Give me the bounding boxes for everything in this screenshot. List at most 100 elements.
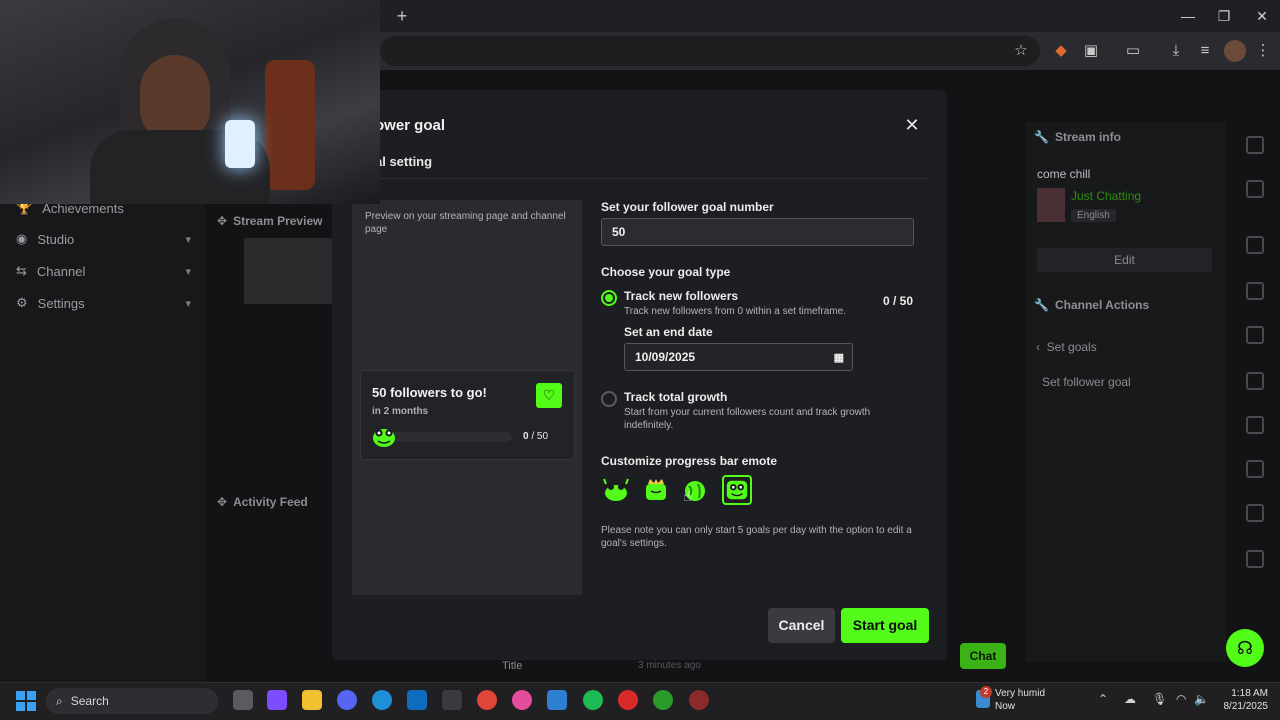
weather-badge: 2 xyxy=(980,686,992,698)
taskbar-search[interactable]: ⌕ Search xyxy=(46,688,218,714)
discord-icon[interactable] xyxy=(337,690,357,710)
app-icon-2[interactable] xyxy=(689,690,709,710)
weather-sub: Now xyxy=(995,701,1016,712)
star-icon[interactable]: ☆ xyxy=(1010,40,1032,62)
stream-preview-title: ✥ Stream Preview xyxy=(217,214,323,228)
language-badge: English xyxy=(1071,209,1116,222)
puzzle-icon[interactable]: ▣ xyxy=(1080,40,1102,62)
modal-subtitle: al setting xyxy=(375,154,433,169)
target-icon[interactable] xyxy=(1246,236,1264,254)
stream-preview-thumbnail[interactable] xyxy=(244,238,332,304)
photos-icon[interactable] xyxy=(512,690,532,710)
opera-gx-icon[interactable] xyxy=(618,690,638,710)
tool-icon[interactable] xyxy=(1246,504,1264,522)
chevron-down-icon: ▾ xyxy=(185,297,191,310)
channel-icon: ⇆ xyxy=(16,263,27,278)
emote-frog-face-icon[interactable] xyxy=(722,475,752,505)
right-tool-rail xyxy=(1238,122,1272,568)
outlook-icon[interactable] xyxy=(407,690,427,710)
track-total-growth-desc: Start from your current followers count … xyxy=(624,407,871,431)
microphone-icon[interactable]: 🎙 xyxy=(1152,692,1167,706)
set-goals-back[interactable]: ‹ Set goals xyxy=(1036,340,1097,354)
edge-icon[interactable] xyxy=(372,690,392,710)
bolt-icon[interactable] xyxy=(1246,282,1264,300)
headset-icon: ☊ xyxy=(1237,638,1253,658)
chevron-up-icon[interactable]: ⌃ xyxy=(1098,692,1108,706)
minimize-button[interactable]: — xyxy=(1174,6,1202,26)
windows-start-icon[interactable] xyxy=(16,691,36,711)
address-bar[interactable] xyxy=(380,36,1040,66)
sidebar-item-label: Settings xyxy=(37,295,85,311)
modal-title: ower goal xyxy=(375,117,446,134)
track-new-followers-desc: Track new followers from 0 within a set … xyxy=(624,306,846,317)
task-view-icon[interactable] xyxy=(233,690,253,710)
weather-widget[interactable]: Very humid Now xyxy=(995,687,1045,713)
emote-frog-cheer-icon[interactable] xyxy=(602,476,630,504)
goal-number-input[interactable]: 50 xyxy=(601,218,914,246)
drag-icon: ✥ xyxy=(217,214,228,228)
cast-icon[interactable]: ▭ xyxy=(1122,40,1144,62)
more-tools-icon[interactable] xyxy=(1246,550,1264,568)
app-icon[interactable] xyxy=(547,690,567,710)
drag-icon: ✥ xyxy=(217,495,228,509)
end-date-input[interactable]: 10/09/2025 ▦ xyxy=(624,343,853,371)
broadcast-icon[interactable] xyxy=(1246,416,1264,434)
copilot-icon[interactable] xyxy=(267,690,287,710)
webcam-light xyxy=(225,120,255,168)
gear-icon: ⚙ xyxy=(16,295,28,310)
taskbar-clock[interactable]: 1:18 AM 8/21/2025 xyxy=(1206,687,1269,713)
close-icon[interactable]: ✕ xyxy=(901,114,923,136)
layout-icon[interactable] xyxy=(1246,460,1264,478)
pencil-icon[interactable] xyxy=(1246,180,1264,198)
studio-icon: ◉ xyxy=(16,231,28,246)
edit-button[interactable]: Edit xyxy=(1037,248,1212,272)
calendar-icon[interactable]: ▦ xyxy=(834,351,844,364)
start-goal-button[interactable]: Start goal xyxy=(841,608,929,643)
restore-button[interactable]: ❐ xyxy=(1210,6,1238,26)
chat-button[interactable]: Chat xyxy=(960,643,1006,669)
download-icon[interactable]: ⤓ xyxy=(1165,40,1187,62)
stream-info-title: 🔧 Stream info xyxy=(1034,130,1121,144)
track-total-growth-radio[interactable] xyxy=(601,391,617,407)
clock-time: 1:18 AM xyxy=(1231,688,1268,699)
track-new-followers-radio[interactable] xyxy=(601,290,617,306)
chat-bubble-icon[interactable] xyxy=(1246,372,1264,390)
sidebar-item-channel[interactable]: ⇆ Channel ▾ xyxy=(16,261,191,281)
xbox-icon[interactable] xyxy=(653,690,673,710)
weather-title: Very humid xyxy=(995,688,1046,699)
extension-icon[interactable]: ◆ xyxy=(1050,40,1072,62)
activity-feed-title: ✥ Activity Feed xyxy=(217,495,308,509)
heart-icon: ♡ xyxy=(536,383,562,408)
category-link[interactable]: Just Chatting xyxy=(1071,189,1141,203)
category-thumbnail xyxy=(1037,188,1065,222)
profile-avatar[interactable] xyxy=(1224,40,1246,62)
stream-title: come chill xyxy=(1037,167,1091,181)
cancel-button[interactable]: Cancel xyxy=(768,608,835,643)
help-chat-button[interactable]: ☊ xyxy=(1226,629,1264,667)
cloud-icon[interactable]: ☁ xyxy=(1124,692,1136,706)
clipboard-icon[interactable] xyxy=(1246,326,1264,344)
close-window-button[interactable]: ✕ xyxy=(1248,6,1276,26)
goal-type-label: Choose your goal type xyxy=(601,265,731,279)
mouse-cursor-icon: ☝ xyxy=(683,488,692,504)
info-icon[interactable] xyxy=(1246,136,1264,154)
spotify-icon[interactable] xyxy=(583,690,603,710)
media-icon[interactable]: ≡ xyxy=(1194,40,1216,62)
end-date-value: 10/09/2025 xyxy=(635,350,696,364)
new-followers-count: 0 / 50 xyxy=(883,294,914,308)
track-total-growth-title: Track total growth xyxy=(624,390,728,404)
chrome-icon[interactable] xyxy=(477,690,497,710)
wifi-icon[interactable]: ◠ xyxy=(1176,692,1186,706)
set-follower-goal-link[interactable]: Set follower goal xyxy=(1042,375,1131,389)
goal-number-label: Set your follower goal number xyxy=(601,200,774,214)
emote-label: Customize progress bar emote xyxy=(601,454,778,468)
menu-icon[interactable]: ⋮ xyxy=(1252,40,1274,62)
new-tab-button[interactable]: + xyxy=(392,6,412,26)
sidebar-item-studio[interactable]: ◉ Studio ▾ xyxy=(16,229,191,249)
store-icon[interactable] xyxy=(442,690,462,710)
emote-frog-crown-icon[interactable] xyxy=(642,476,670,504)
search-placeholder: Search xyxy=(70,694,109,708)
sidebar-item-label: Studio xyxy=(37,231,75,247)
file-explorer-icon[interactable] xyxy=(302,690,322,710)
sidebar-item-settings[interactable]: ⚙ Settings ▾ xyxy=(16,293,191,313)
